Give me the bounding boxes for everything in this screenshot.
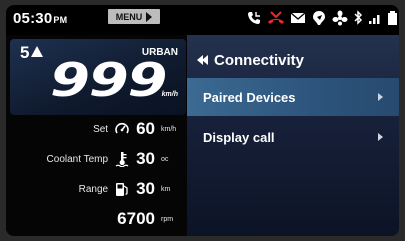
speed-box: 5 URBAN 999 km/h xyxy=(10,39,186,115)
clock: 05:30PM xyxy=(13,10,68,27)
fuel-icon xyxy=(114,181,130,197)
cruise-set-row: Set 60 km/h xyxy=(93,119,177,138)
menu-panel: Connectivity Paired Devices Display call xyxy=(187,35,399,236)
battery-icon xyxy=(388,11,397,25)
signal-icon xyxy=(369,15,380,24)
speed-unit: km/h xyxy=(161,91,178,98)
menu-item-paired-devices[interactable]: Paired Devices xyxy=(187,78,399,116)
message-icon xyxy=(290,12,306,23)
menu-button[interactable]: MENU xyxy=(108,9,160,24)
cruise-icon xyxy=(114,121,130,137)
status-icons xyxy=(246,9,399,27)
rpm-row: 6700 rpm xyxy=(117,209,174,228)
status-bar: 05:30PM MENU xyxy=(6,5,399,31)
bluetooth-icon xyxy=(354,10,363,25)
gear-indicator: 5 xyxy=(20,43,44,63)
upshift-icon xyxy=(31,46,44,57)
dashboard-screen: 05:30PM MENU 5 URBAN 999 km/h Set 60 km/… xyxy=(6,5,399,236)
speed-value: 999 xyxy=(50,53,168,107)
menu-item-display-call[interactable]: Display call xyxy=(187,118,399,156)
thermometer-icon xyxy=(114,151,130,167)
chevron-right-icon xyxy=(378,93,383,101)
missed-call-icon xyxy=(268,11,284,24)
chevron-right-icon xyxy=(378,133,383,141)
back-chevron-icon xyxy=(197,55,208,65)
play-icon xyxy=(146,11,153,22)
menu-title: Connectivity xyxy=(214,51,305,69)
phone-incoming-icon xyxy=(248,12,260,24)
range-row: Range 30 km xyxy=(78,179,171,198)
coolant-temp-row: Coolant Temp 30 oc xyxy=(46,149,169,168)
back-button[interactable]: Connectivity xyxy=(197,49,304,71)
instrument-panel: 5 URBAN 999 km/h Set 60 km/h Coolant Tem… xyxy=(6,35,187,236)
fan-icon xyxy=(332,10,348,26)
navigation-icon xyxy=(313,11,325,25)
